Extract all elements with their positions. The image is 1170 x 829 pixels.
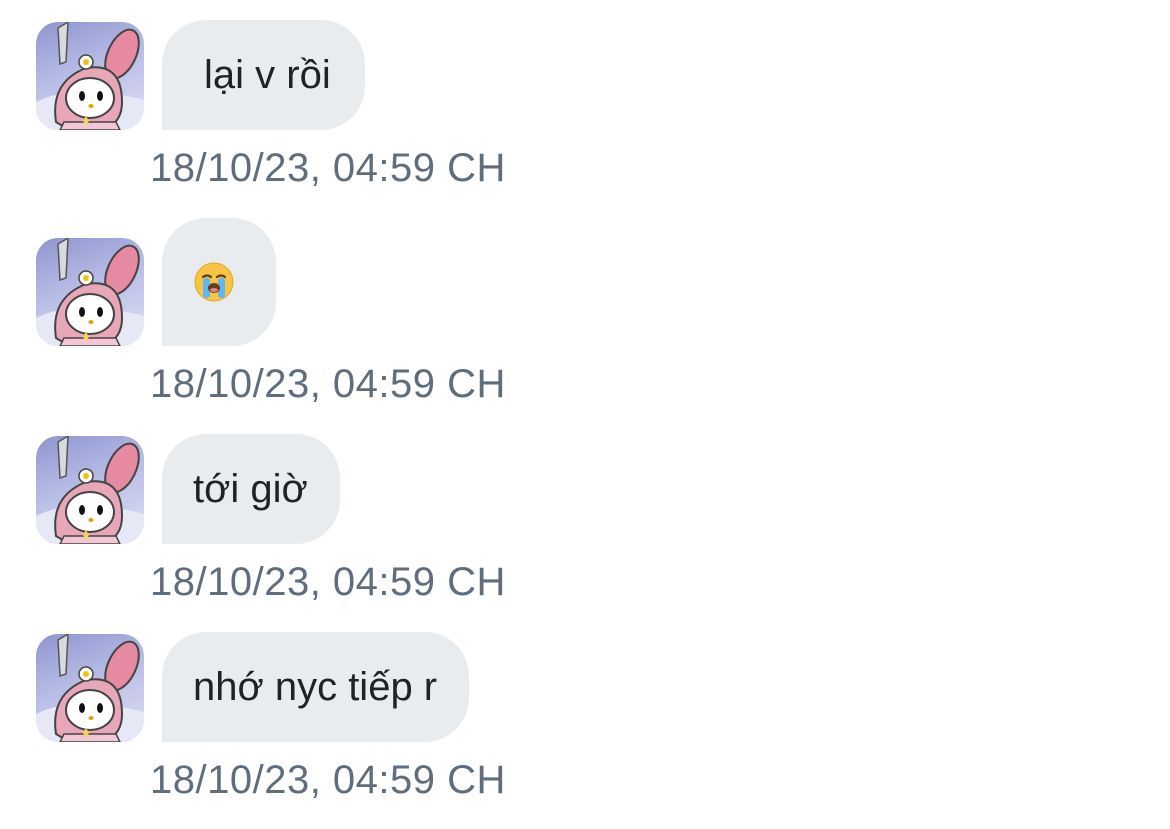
avatar[interactable] xyxy=(36,436,144,544)
message-text: nhớ nyc tiếp r xyxy=(193,665,438,709)
avatar[interactable] xyxy=(36,22,144,130)
my-melody-avatar-icon xyxy=(36,238,144,346)
message-bubble[interactable]: nhớ nyc tiếp r xyxy=(162,632,470,742)
message-group: 18/10/23, 04:59 CH xyxy=(0,200,1170,420)
avatar[interactable] xyxy=(36,238,144,346)
message-bubble[interactable]: lại v rồi xyxy=(162,20,365,130)
message-timestamp: 18/10/23, 04:59 CH xyxy=(150,758,506,802)
avatar[interactable] xyxy=(36,634,144,742)
message-group: nhớ nyc tiếp r 18/10/23, 04:59 CH xyxy=(0,620,1170,829)
my-melody-avatar-icon xyxy=(36,436,144,544)
message-group: tới giờ 18/10/23, 04:59 CH xyxy=(0,420,1170,620)
my-melody-avatar-icon xyxy=(36,634,144,742)
my-melody-avatar-icon xyxy=(36,22,144,130)
loudly-crying-face-icon xyxy=(194,262,234,302)
message-bubble[interactable]: tới giờ xyxy=(162,434,340,544)
message-timestamp: 18/10/23, 04:59 CH xyxy=(150,560,506,604)
message-text: lại v rồi xyxy=(204,53,331,97)
message-text: tới giờ xyxy=(193,467,308,511)
message-timestamp: 18/10/23, 04:59 CH xyxy=(150,146,506,190)
message-timestamp: 18/10/23, 04:59 CH xyxy=(150,362,506,406)
message-bubble[interactable] xyxy=(162,218,276,346)
message-group: lại v rồi 18/10/23, 04:59 CH xyxy=(0,0,1170,200)
